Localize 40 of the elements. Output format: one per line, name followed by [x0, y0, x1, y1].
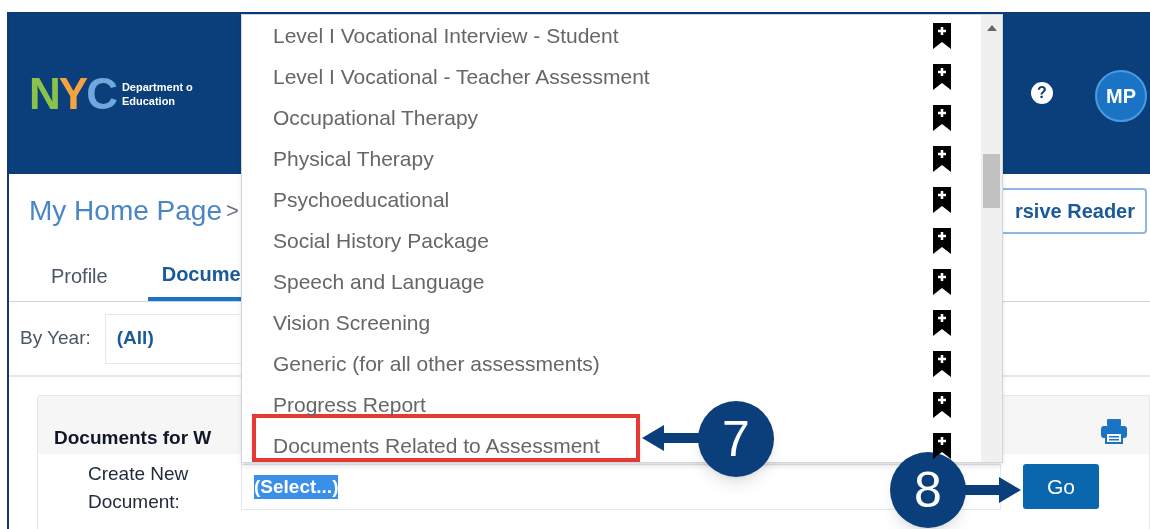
filter-label: By Year:: [20, 326, 91, 351]
bookmark-plus-icon[interactable]: [932, 268, 952, 295]
dropdown-option[interactable]: Level I Vocational - Teacher Assessment: [273, 64, 650, 89]
breadcrumb-separator: >: [225, 197, 239, 225]
dropdown-option[interactable]: Speech and Language: [273, 269, 485, 294]
logo-text: Department o: [121, 80, 193, 94]
dropdown-option[interactable]: Level I Vocational Interview - Student: [273, 23, 619, 48]
arrow: [963, 477, 1021, 503]
breadcrumb-link[interactable]: My Home Page: [29, 189, 222, 232]
dropdown-option[interactable]: Physical Therapy: [273, 146, 434, 171]
print-icon[interactable]: [1100, 418, 1128, 444]
scroll-up-icon[interactable]: [987, 25, 997, 31]
dropdown-option[interactable]: Psychoeducational: [273, 187, 450, 212]
bookmark-plus-icon[interactable]: [932, 22, 952, 49]
bookmark-plus-icon[interactable]: [932, 145, 952, 172]
go-button[interactable]: Go: [1023, 464, 1099, 509]
section-title: Documents for W: [54, 426, 212, 450]
user-avatar[interactable]: MP: [1095, 70, 1147, 122]
logo-letter: Y: [58, 72, 87, 116]
bookmark-plus-icon[interactable]: [932, 227, 952, 254]
bookmark-plus-icon[interactable]: [932, 350, 952, 377]
logo-text: Education: [121, 94, 177, 108]
dropdown-option[interactable]: Social History Package: [273, 228, 489, 253]
bookmark-plus-icon[interactable]: [932, 186, 952, 213]
dropdown-option[interactable]: Occupational Therapy: [273, 105, 479, 130]
logo-letter: N: [29, 72, 59, 116]
arrow: [642, 425, 700, 451]
tab[interactable]: Profile: [37, 261, 122, 301]
bookmark-plus-icon[interactable]: [932, 391, 952, 418]
logo-letter: C: [86, 72, 116, 116]
field-label: Create New Document:: [88, 462, 190, 514]
scrollbar[interactable]: [981, 15, 1002, 462]
bookmark-plus-icon[interactable]: [932, 104, 952, 131]
dropdown-option[interactable]: Documents Related to Assessment: [273, 433, 600, 458]
help-icon[interactable]: ?: [1031, 82, 1053, 104]
bookmark-plus-icon[interactable]: [932, 432, 952, 459]
bookmark-plus-icon[interactable]: [932, 63, 952, 90]
dropdown-option[interactable]: Progress Report: [273, 392, 426, 417]
scrollbar-thumb[interactable]: [983, 154, 1000, 208]
bookmark-plus-icon[interactable]: [932, 309, 952, 336]
